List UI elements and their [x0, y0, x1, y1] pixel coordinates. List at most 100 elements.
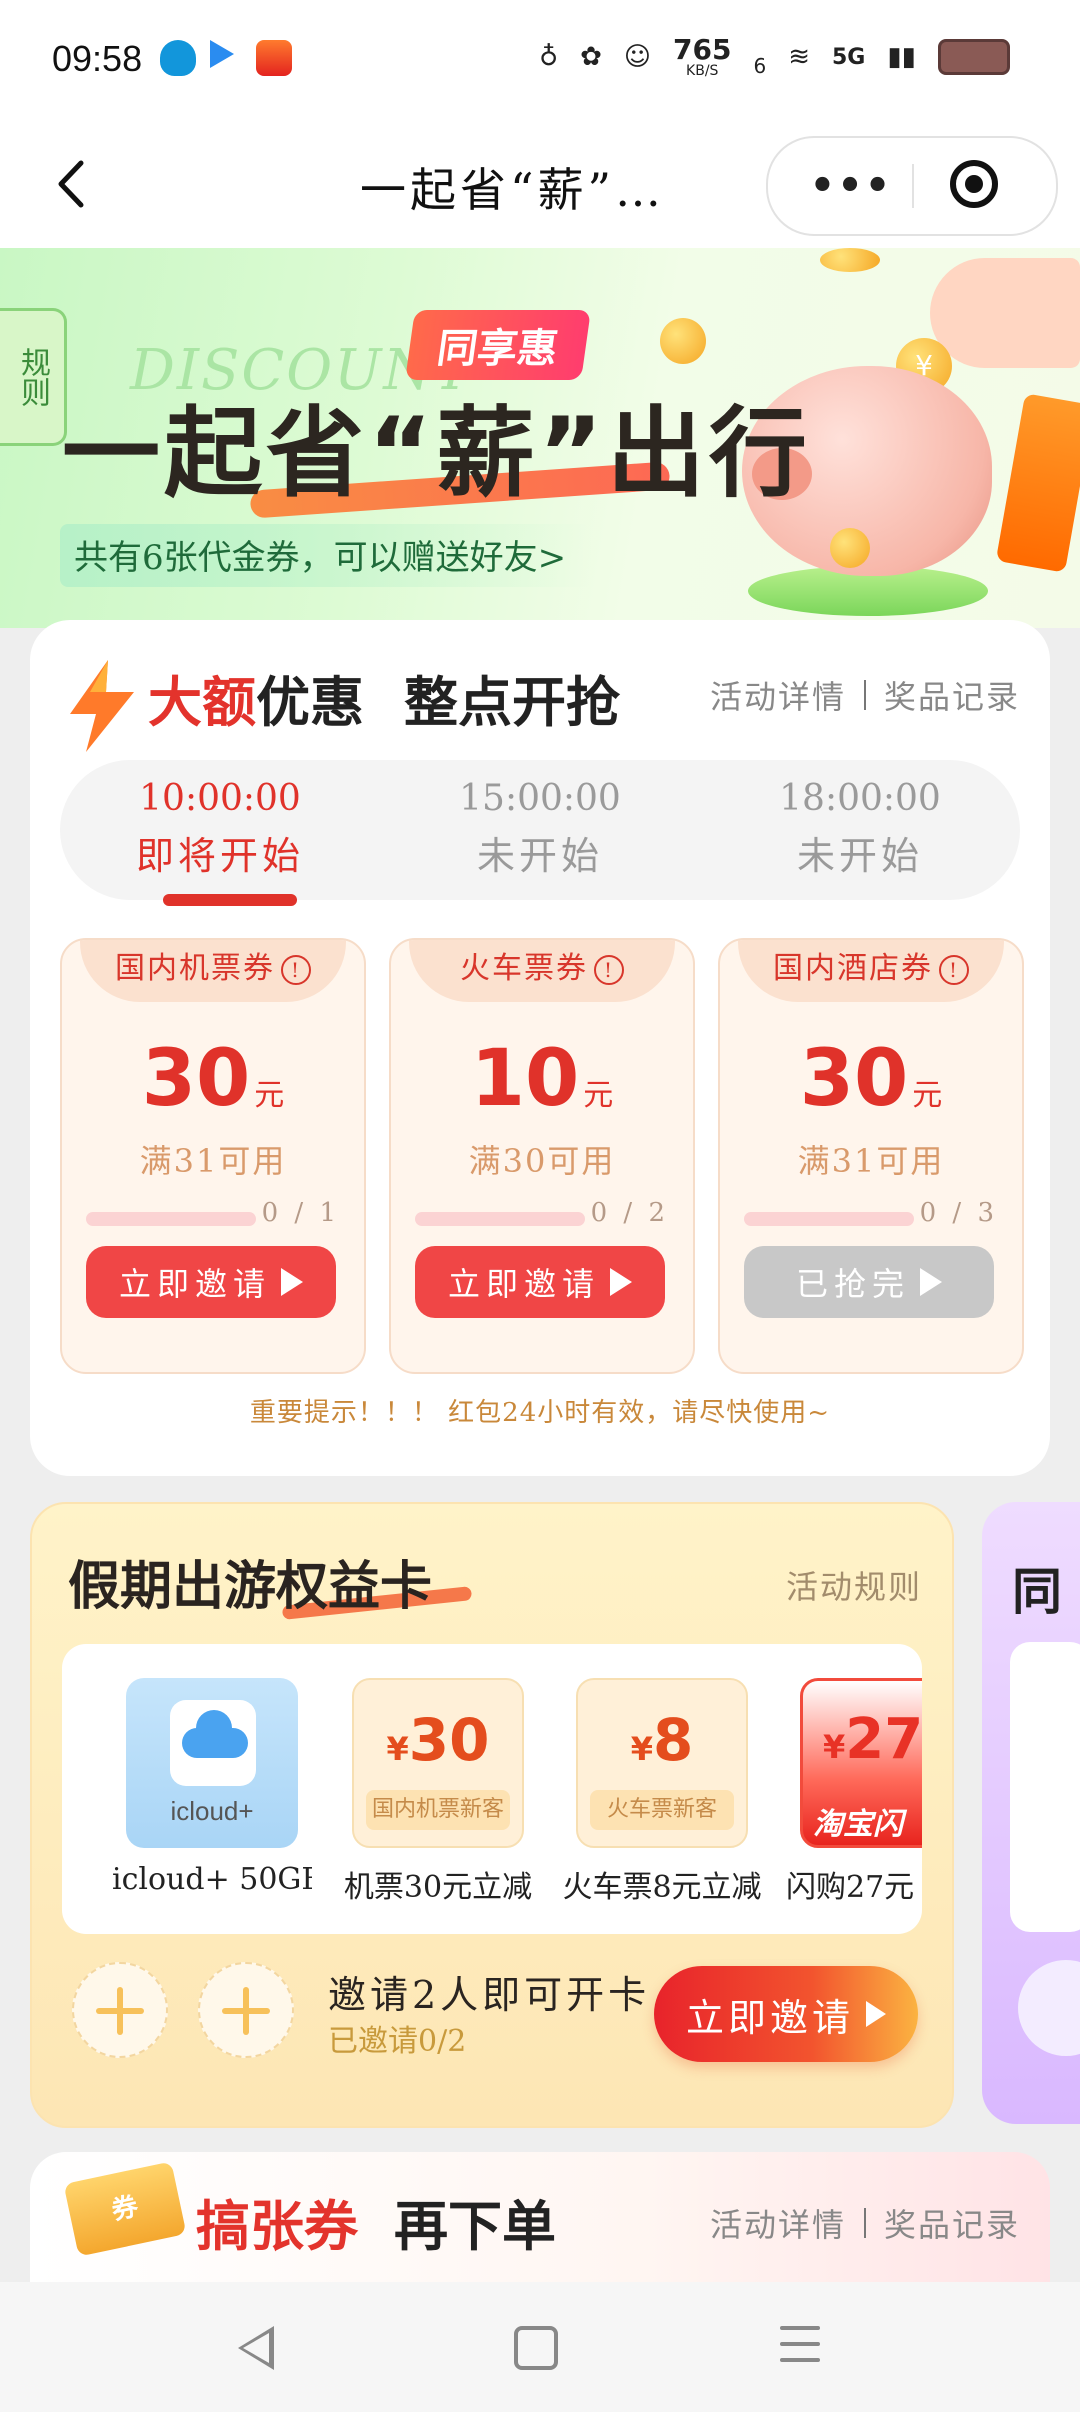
time-slot-10[interactable]: 10:00:00 即将开始: [60, 778, 380, 906]
ribbon-decoration: [995, 393, 1080, 573]
back-button[interactable]: [40, 154, 100, 214]
shared-benefit-badge: 同享惠: [405, 310, 591, 380]
benefit-train-voucher[interactable]: ¥8 火车票新客: [576, 1678, 748, 1848]
coupon-title: 火车票券!: [409, 940, 675, 1002]
coupon-train: 火车票券! 10 元 满30可用 0 / 2 立即邀请: [389, 938, 695, 1374]
coupon-amount: 30 元: [720, 1034, 1022, 1124]
coupon-title: 国内酒店券!: [738, 940, 1004, 1002]
coupon-domestic-flight: 国内机票券! 30 元 满31可用 0 / 1 立即邀请: [60, 938, 366, 1374]
benefit-icloud[interactable]: icloud+: [126, 1678, 298, 1848]
battery-icon: [938, 39, 1010, 75]
invite-now-button[interactable]: 立即邀请: [654, 1966, 918, 2062]
net-speed-value: 765: [673, 33, 732, 66]
voucher-value: ¥30: [354, 1706, 522, 1774]
status-icons: ♁ ✿ ☺ 765 KB/S 6 ≋ 5G ▮▮: [539, 36, 1010, 78]
coupon-name: 国内酒店券: [773, 951, 933, 986]
benefit-tile-label: 淘宝闪: [813, 1807, 903, 1842]
system-menu-icon[interactable]: [780, 2326, 820, 2366]
coupon-amount: 10 元: [391, 1034, 693, 1124]
coin-icon: [660, 318, 706, 364]
rules-tab[interactable]: 规则: [0, 308, 67, 446]
play-arrow-icon: [610, 1268, 632, 1296]
invite-now-button[interactable]: 立即邀请: [86, 1246, 336, 1318]
signal-icon: ▮▮: [887, 42, 916, 72]
qq-icon: [160, 40, 196, 76]
info-icon[interactable]: !: [594, 955, 624, 985]
coupon-amount-value: 30: [799, 1034, 909, 1124]
time-slot-bar: 10:00:00 即将开始 15:00:00 未开始 18:00:00 未开始: [60, 760, 1020, 906]
activity-details-link[interactable]: 活动详情: [710, 672, 846, 718]
currency-symbol: ¥: [386, 1730, 409, 1768]
link-divider: [863, 2208, 866, 2238]
invite-now-button[interactable]: 立即邀请: [415, 1246, 665, 1318]
flash-sale-links: 活动详情 奖品记录: [710, 672, 1020, 718]
status-time: 09:58: [52, 38, 143, 79]
voucher-links: 活动详情 奖品记录: [710, 2200, 1020, 2246]
chevron-left-icon: [58, 160, 84, 208]
time-slot-18[interactable]: 18:00:00 未开始: [700, 778, 1020, 880]
play-arrow-icon: [281, 1268, 303, 1296]
invite-slot-add-icon[interactable]: [198, 1962, 294, 2058]
hero-banner: ¥ 规则 DISCOUNT 同享惠 一起省“薪”出行 共有6张代金券，可以赠送好…: [0, 248, 1080, 628]
button-label: 立即邀请: [685, 1995, 854, 2040]
info-icon[interactable]: !: [281, 955, 311, 985]
video-icon: [210, 40, 234, 68]
voucher-heading-rest: 再下单: [394, 2195, 556, 2258]
coupon-name: 火车票券: [460, 951, 588, 986]
wifi-icon: ≋: [788, 42, 810, 72]
system-back-icon[interactable]: [238, 2326, 274, 2370]
benefit-taobao-voucher[interactable]: ¥27 淘宝闪: [800, 1678, 922, 1848]
slot-status: 未开始: [796, 834, 923, 878]
info-icon[interactable]: !: [939, 955, 969, 985]
hotspot-icon: ☺: [623, 42, 652, 72]
flash-sale-subheading: 整点开抢: [404, 671, 620, 734]
coupon-progress-bar: [415, 1212, 585, 1226]
benefit-tile-label: icloud+: [170, 1796, 254, 1826]
benefit-flight-voucher[interactable]: ¥30 国内机票新客: [352, 1678, 524, 1848]
time-slot-15[interactable]: 15:00:00 未开始: [380, 778, 700, 880]
more-button[interactable]: •••: [806, 138, 896, 234]
taobao-icon: [256, 40, 292, 76]
coupon-condition: 满31可用: [139, 1142, 287, 1180]
banner-title: 一起省“薪”出行: [62, 397, 811, 511]
coupon-condition: 满31可用: [797, 1142, 945, 1180]
voucher-ticket-icon: 券: [63, 2161, 187, 2257]
link-divider: [863, 680, 866, 710]
invite-slot-add-icon[interactable]: [72, 1962, 168, 2058]
flash-sale-card: 大额优惠 整点开抢 活动详情 奖品记录 10:00:00 即将开始 15:00:…: [30, 620, 1050, 1476]
prize-records-link[interactable]: 奖品记录: [884, 672, 1020, 718]
invite-progress: 已邀请0/2: [328, 2024, 467, 2059]
mini-program-capsule: •••: [766, 136, 1058, 236]
cloud-icon: [182, 1710, 248, 1758]
prize-records-link[interactable]: 奖品记录: [884, 2200, 1020, 2246]
voucher-value: ¥8: [578, 1706, 746, 1774]
benefit-name: icloud+ 50GB: [112, 1862, 312, 1897]
coupon-hotel: 国内酒店券! 30 元 满31可用 0 / 3 已抢完: [718, 938, 1024, 1374]
holiday-benefit-card: 假期出游权益卡 活动规则 icloud+ icloud+ 50GB ¥30 国内…: [30, 1502, 954, 2128]
activity-rules-link[interactable]: 活动规则: [786, 1562, 922, 1608]
slot-time: 18:00:00: [779, 778, 941, 819]
next-card-peek[interactable]: 同: [982, 1502, 1080, 2124]
button-label: 立即邀请: [118, 1265, 271, 1303]
voucher-value-number: 27: [845, 1707, 922, 1772]
nav-bar: 一起省“薪”… •••: [0, 124, 1080, 248]
coupon-progress-bar: [86, 1212, 256, 1226]
coupon-amount-value: 10: [470, 1034, 580, 1124]
benefit-name: 闪购27元: [786, 1870, 915, 1905]
system-navigation-bar: [0, 2282, 1080, 2412]
close-target-icon[interactable]: [950, 160, 998, 208]
sold-out-button[interactable]: 已抢完: [744, 1246, 994, 1318]
coupon-amount-unit: 元: [583, 1078, 614, 1113]
activity-details-link[interactable]: 活动详情: [710, 2200, 846, 2246]
gift-vouchers-link[interactable]: 共有6张代金券，可以赠送好友>: [60, 524, 593, 587]
system-home-icon[interactable]: [514, 2326, 558, 2370]
coupon-progress-bar: [744, 1212, 914, 1226]
button-label: 立即邀请: [447, 1265, 600, 1303]
voucher-heading-highlight: 搞张券: [196, 2195, 358, 2258]
lightning-icon: [70, 660, 134, 752]
coupon-amount-unit: 元: [912, 1078, 943, 1113]
holiday-card-title: 假期出游权益卡: [68, 1557, 433, 1617]
slot-time: 15:00:00: [459, 778, 621, 819]
coupon-amount-value: 30: [141, 1034, 251, 1124]
benefits-list: icloud+ icloud+ 50GB ¥30 国内机票新客 机票30元立减 …: [62, 1644, 922, 1934]
